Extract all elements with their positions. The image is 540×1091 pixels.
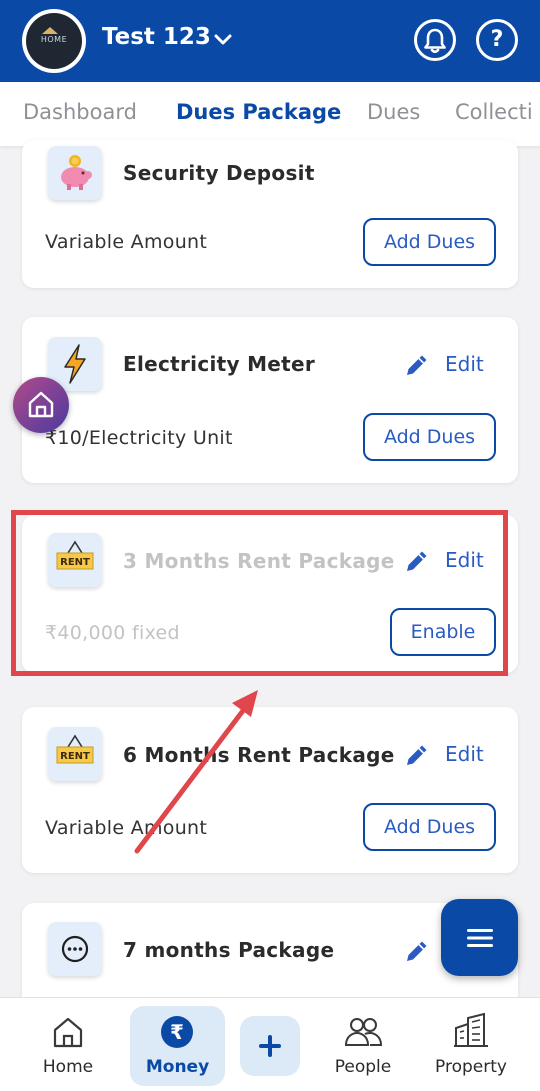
house-logo-icon bbox=[42, 27, 58, 34]
dues-card-security-deposit[interactable]: Security Deposit Variable Amount Add Due… bbox=[22, 140, 518, 288]
app-header: HOME Test 123 ? bbox=[0, 0, 540, 82]
card-title: 6 Months Rent Package bbox=[123, 743, 395, 767]
svg-text:₹: ₹ bbox=[170, 1020, 184, 1044]
card-amount: Variable Amount bbox=[45, 231, 208, 253]
floating-home-button[interactable] bbox=[13, 377, 69, 433]
avatar-logo-text: HOME bbox=[40, 35, 68, 44]
card-title: 7 months Package bbox=[123, 938, 335, 962]
menu-fab-button[interactable] bbox=[441, 899, 518, 976]
add-dues-button[interactable]: Add Dues bbox=[363, 413, 496, 461]
plus-icon bbox=[259, 1035, 281, 1057]
people-icon bbox=[344, 1018, 383, 1046]
rent-sign-icon: RENT bbox=[48, 727, 102, 781]
nav-people[interactable]: People bbox=[313, 998, 413, 1091]
tab-dues-package[interactable]: Dues Package bbox=[176, 100, 341, 124]
bell-icon bbox=[424, 28, 446, 54]
pencil-icon bbox=[407, 355, 427, 375]
tab-collections[interactable]: Collecti bbox=[455, 100, 533, 124]
home-icon bbox=[53, 1017, 83, 1048]
piggy-bank-icon bbox=[48, 146, 102, 200]
notifications-button[interactable] bbox=[414, 19, 456, 61]
card-title: Security Deposit bbox=[123, 161, 315, 185]
bottom-navigation: Home ₹ Money People Property bbox=[0, 997, 540, 1091]
add-button[interactable] bbox=[240, 1016, 300, 1076]
dues-card-electricity-meter[interactable]: Electricity Meter Edit ₹10/Electricity U… bbox=[22, 317, 518, 483]
property-avatar[interactable]: HOME bbox=[22, 9, 86, 73]
menu-icon bbox=[467, 929, 493, 947]
nav-home[interactable]: Home bbox=[18, 998, 118, 1091]
rupee-icon: ₹ bbox=[161, 1016, 193, 1048]
annotation-highlight-box bbox=[11, 510, 508, 676]
nav-label: Money bbox=[145, 1057, 210, 1077]
pencil-icon bbox=[407, 941, 427, 961]
tab-dashboard[interactable]: Dashboard bbox=[23, 100, 137, 124]
rent-sign-text: RENT bbox=[60, 751, 90, 762]
nav-label: Home bbox=[42, 1057, 94, 1077]
more-icon bbox=[48, 922, 102, 976]
edit-label: Edit bbox=[445, 352, 484, 376]
nav-money[interactable]: ₹ Money bbox=[130, 1006, 225, 1086]
edit-label: Edit bbox=[445, 742, 484, 766]
card-amount: ₹10/Electricity Unit bbox=[45, 427, 233, 449]
card-amount: Variable Amount bbox=[45, 817, 208, 839]
home-outline-icon bbox=[28, 391, 54, 418]
nav-label: People bbox=[334, 1057, 392, 1077]
building-icon bbox=[454, 1012, 488, 1047]
card-title: Electricity Meter bbox=[123, 352, 316, 376]
pencil-icon bbox=[407, 745, 427, 765]
nav-label: Property bbox=[435, 1057, 507, 1077]
add-dues-button[interactable]: Add Dues bbox=[363, 218, 496, 266]
account-name[interactable]: Test 123 bbox=[102, 24, 211, 50]
tab-dues[interactable]: Dues bbox=[367, 100, 420, 124]
add-dues-button[interactable]: Add Dues bbox=[363, 803, 496, 851]
dues-card-6-months-rent[interactable]: RENT 6 Months Rent Package Edit Variable… bbox=[22, 707, 518, 873]
help-button[interactable]: ? bbox=[476, 19, 518, 61]
nav-property[interactable]: Property bbox=[421, 998, 521, 1091]
chevron-down-icon[interactable] bbox=[212, 28, 234, 50]
tab-bar: Dashboard Dues Package Dues Collecti bbox=[0, 82, 540, 146]
avatar-image: HOME bbox=[26, 13, 82, 69]
